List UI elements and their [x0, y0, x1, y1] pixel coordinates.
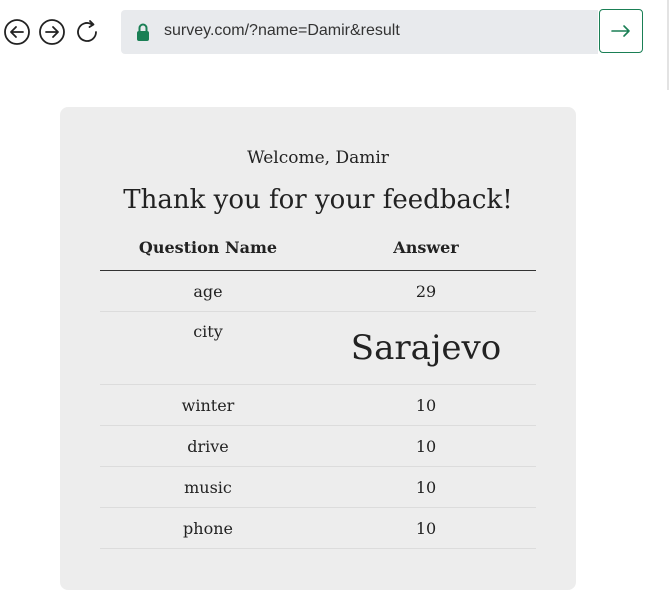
arrow-left-circle-icon	[4, 19, 30, 45]
column-header-question: Question Name	[100, 231, 316, 271]
table-header-row: Question Name Answer	[100, 231, 536, 271]
answer-cell: 10	[316, 384, 536, 426]
forward-button[interactable]	[38, 18, 66, 46]
url-text[interactable]: survey.com/?name=Damir&result	[164, 22, 400, 40]
reload-button[interactable]	[74, 18, 102, 46]
arrow-right-icon	[611, 25, 630, 37]
question-cell: age	[100, 270, 316, 312]
window-edge	[667, 0, 669, 90]
answer-cell: 10	[316, 425, 536, 467]
answer-cell: 10	[316, 507, 536, 549]
result-card: Welcome, Damir Thank you for your feedba…	[60, 107, 576, 590]
column-header-answer: Answer	[316, 231, 536, 271]
table-row: age 29	[100, 270, 536, 312]
question-cell: winter	[100, 384, 316, 426]
answer-cell: 10	[316, 466, 536, 508]
back-button[interactable]	[3, 18, 31, 46]
answer-cell: 29	[316, 270, 536, 312]
arrow-right-circle-icon	[39, 19, 65, 45]
page-title: Thank you for your feedback!	[123, 185, 513, 215]
answer-cell: Sarajevo	[316, 311, 536, 385]
question-cell: city	[100, 311, 316, 385]
reload-icon	[77, 20, 97, 42]
question-cell: music	[100, 466, 316, 508]
question-cell: drive	[100, 425, 316, 467]
welcome-message: Welcome, Damir	[247, 148, 389, 168]
question-cell: phone	[100, 507, 316, 549]
go-button[interactable]	[599, 9, 643, 53]
table-row: drive 10	[100, 425, 536, 467]
table-row: phone 10	[100, 507, 536, 549]
address-bar[interactable]: survey.com/?name=Damir&result	[121, 10, 598, 54]
results-table: Question Name Answer age 29 city Sarajev…	[100, 231, 536, 549]
lock-icon	[137, 23, 149, 41]
table-row: city Sarajevo	[100, 311, 536, 385]
table-row: music 10	[100, 466, 536, 508]
browser-toolbar: survey.com/?name=Damir&result	[0, 0, 670, 90]
table-row: winter 10	[100, 384, 536, 426]
